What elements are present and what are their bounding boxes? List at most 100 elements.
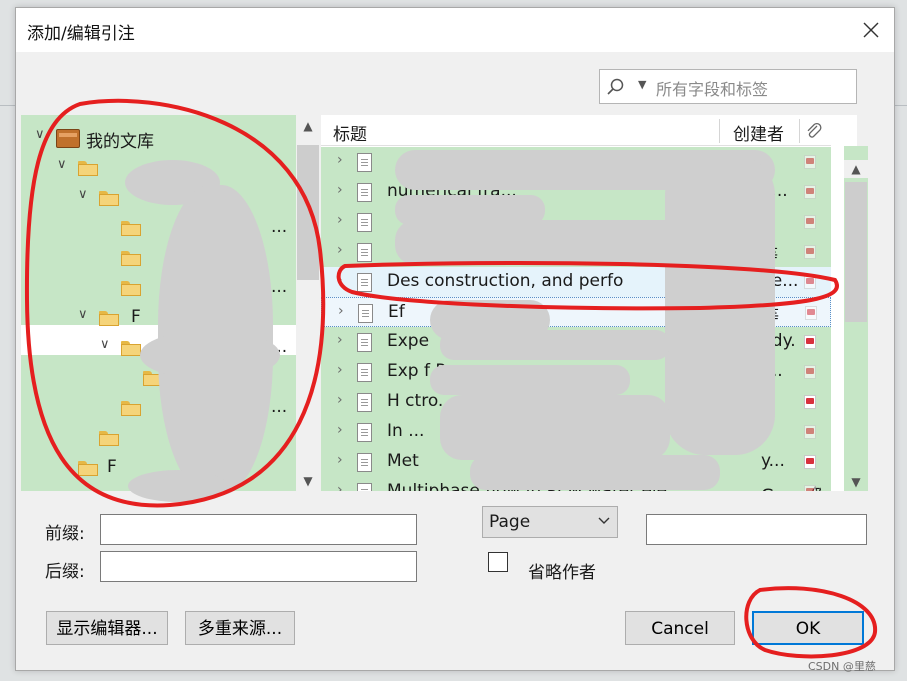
folder-icon (99, 431, 119, 446)
cancel-button[interactable]: Cancel (625, 611, 735, 645)
omit-author-checkbox[interactable] (488, 552, 508, 572)
expand-icon[interactable]: › (337, 242, 343, 258)
collapse-icon[interactable]: ∨ (78, 307, 94, 322)
redaction-blot (470, 455, 720, 490)
tree-item-my-library[interactable]: ∨ 我的文库 (21, 123, 296, 153)
folder-icon (99, 191, 119, 206)
scroll-down-icon[interactable]: ▼ (844, 473, 868, 491)
expand-icon[interactable]: › (337, 272, 343, 288)
scroll-down-icon[interactable]: ▼ (296, 472, 320, 490)
search-placeholder: 所有字段和标签 (656, 80, 769, 99)
folder-icon (99, 311, 119, 326)
document-icon (357, 393, 372, 412)
document-icon (357, 483, 372, 491)
document-icon (357, 243, 372, 262)
pdf-attachment-icon[interactable] (804, 275, 816, 289)
collapse-icon[interactable]: ∨ (78, 187, 94, 202)
expand-icon[interactable]: › (337, 362, 343, 378)
suffix-input[interactable] (100, 551, 417, 582)
document-icon (357, 363, 372, 382)
locator-value: Page (489, 512, 531, 532)
collapse-icon[interactable]: ∨ (35, 127, 51, 142)
document-icon (357, 423, 372, 442)
expand-icon[interactable]: › (337, 482, 343, 491)
pdf-attachment-icon[interactable] (804, 425, 816, 439)
folder-icon (78, 161, 98, 176)
library-icon (56, 129, 80, 148)
ok-button[interactable]: OK (752, 611, 864, 645)
show-editor-button[interactable]: 显示编辑器... (46, 611, 168, 645)
scroll-thumb[interactable] (297, 145, 319, 280)
dialog-title: 添加/编辑引注 (27, 24, 135, 44)
collapse-icon[interactable]: ∨ (100, 337, 116, 352)
pdf-attachment-icon[interactable] (804, 335, 816, 349)
tree-item-label: ... (271, 217, 288, 237)
pdf-attachment-icon[interactable] (804, 455, 816, 469)
expand-icon[interactable]: › (337, 332, 343, 348)
suffix-label: 后缀: (45, 562, 85, 582)
chevron-down-icon (598, 517, 610, 524)
document-icon (357, 213, 372, 232)
pdf-attachment-icon[interactable] (805, 306, 817, 320)
expand-icon[interactable]: › (337, 212, 343, 228)
collapse-icon[interactable]: ∨ (57, 157, 73, 172)
scroll-up-icon[interactable]: ▲ (296, 117, 320, 135)
expand-icon[interactable]: › (337, 182, 343, 198)
search-mode-dropdown-icon[interactable]: ▼ (638, 78, 646, 91)
redaction-blot (140, 330, 280, 380)
document-icon (357, 273, 372, 292)
watermark: CSDN @里慈 (808, 660, 876, 673)
folder-icon (121, 401, 141, 416)
expand-icon[interactable]: › (337, 152, 343, 168)
expand-icon[interactable]: › (338, 303, 344, 319)
locator-input[interactable] (646, 514, 867, 545)
redaction-blot (440, 395, 670, 460)
pdf-attachment-icon[interactable] (804, 365, 816, 379)
expand-icon[interactable]: › (337, 452, 343, 468)
search-field[interactable]: ▼ 所有字段和标签 (599, 69, 857, 104)
redaction-blot (395, 220, 695, 265)
document-icon (357, 453, 372, 472)
folder-icon (121, 221, 141, 236)
close-button[interactable] (848, 8, 894, 52)
item-title: Des construction, and perfo (387, 271, 624, 291)
pdf-attachment-icon[interactable] (804, 185, 816, 199)
tree-item-label: F (107, 457, 117, 477)
redaction-blot (440, 330, 670, 360)
multiple-sources-button[interactable]: 多重来源... (185, 611, 295, 645)
scroll-thumb[interactable] (845, 182, 867, 322)
redaction-blot (665, 155, 775, 455)
column-divider[interactable] (719, 119, 720, 143)
folder-icon (78, 461, 98, 476)
items-scrollbar[interactable]: ▲ ▼ (844, 146, 868, 491)
pdf-attachment-icon[interactable] (804, 485, 816, 491)
column-title[interactable]: 标题 (333, 120, 367, 145)
document-icon (357, 183, 372, 202)
pdf-attachment-icon[interactable] (804, 395, 816, 409)
redaction-blot (430, 365, 630, 395)
tree-item-label: F (131, 307, 141, 327)
folder-icon (121, 251, 141, 266)
prefix-input[interactable] (100, 514, 417, 545)
document-icon (357, 333, 372, 352)
search-icon[interactable] (606, 77, 626, 97)
folder-icon (121, 281, 141, 296)
tree-item-label: ... (271, 277, 288, 297)
title-bar: 添加/编辑引注 (16, 8, 894, 52)
prefix-label: 前缀: (45, 524, 85, 544)
attachment-icon[interactable] (805, 122, 823, 140)
scroll-up-icon[interactable]: ▲ (844, 160, 868, 178)
locator-select[interactable]: Page (482, 506, 618, 538)
pdf-attachment-icon[interactable] (804, 245, 816, 259)
expand-icon[interactable]: › (337, 422, 343, 438)
pdf-attachment-icon[interactable] (804, 155, 816, 169)
expand-icon[interactable]: › (337, 392, 343, 408)
pdf-attachment-icon[interactable] (804, 215, 816, 229)
library-scrollbar[interactable]: ▲ ▼ (296, 115, 320, 491)
column-divider[interactable] (799, 119, 800, 143)
folder-icon (121, 341, 141, 356)
column-creator[interactable]: 创建者 (733, 120, 784, 145)
column-header: 标题 创建者 (321, 115, 831, 146)
close-icon (863, 22, 879, 38)
omit-author-label[interactable]: 省略作者 (528, 558, 596, 583)
